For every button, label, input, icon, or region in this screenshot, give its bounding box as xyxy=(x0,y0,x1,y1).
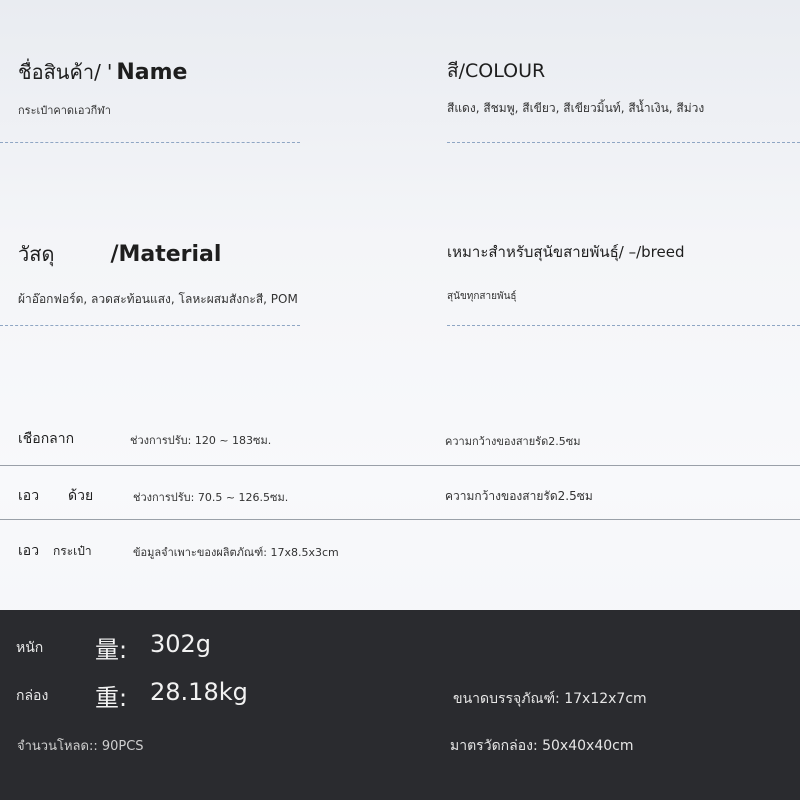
load-qty: จำนวนโหลด:: 90PCS xyxy=(17,739,144,754)
box-char: 重: xyxy=(95,684,128,712)
weight-value: 302g xyxy=(150,630,212,658)
name-title-th: ชื่อสินค้า/ xyxy=(18,60,101,84)
row3-label-a: เอว xyxy=(18,543,40,559)
name-title: ชื่อสินค้า/' Name xyxy=(18,56,187,88)
row2-label-b: ด้วย xyxy=(68,488,94,504)
spec-sheet: { "name_block": { "title_th": "ชื่อสินค้… xyxy=(0,0,800,800)
weight-char: 量: xyxy=(95,636,128,664)
material-divider xyxy=(0,325,300,326)
row3-label-b: กระเป๋า xyxy=(53,544,92,558)
material-value: ผ้าอ๊อกฟอร์ด, ลวดสะท้อนแสง, โลหะผสมสังกะ… xyxy=(18,292,298,306)
row1-value: ช่วงการปรับ: 120 ~ 183ซม. xyxy=(130,434,272,447)
weight-label: หนัก xyxy=(16,640,44,656)
row1-label: เชือกลาก xyxy=(18,431,75,447)
box-value: 28.18kg xyxy=(150,678,248,706)
breed-value: สุนัขทุกสายพันธุ์ xyxy=(447,291,517,302)
breed-divider xyxy=(447,325,800,326)
name-divider xyxy=(0,142,300,143)
breed-title: เหมาะสำหรับสุนัขสายพันธุ์/ –/breed xyxy=(447,243,685,261)
box-label: กล่อง xyxy=(16,688,49,704)
carton-size: มาตรวัดกล่อง: 50x40x40cm xyxy=(450,738,634,754)
row3-value: ข้อมูลจำเพาะของผลิตภัณฑ์: 17x8.5x3cm xyxy=(133,546,339,559)
material-title-en: /Material xyxy=(110,242,222,267)
name-title-en: Name xyxy=(116,60,188,85)
name-title-sep: ' xyxy=(106,60,113,84)
colour-divider xyxy=(447,142,800,143)
footer-panel: หนัก 量: 302g กล่อง 重: 28.18kg ขนาดบรรจุภ… xyxy=(0,610,800,800)
name-value: กระเป๋าคาดเอวกีฬา xyxy=(18,104,111,117)
row1-divider xyxy=(0,465,800,466)
colour-title: สี/COLOUR xyxy=(447,60,546,82)
material-title-th: วัสดุ xyxy=(18,242,55,266)
row2-value: ช่วงการปรับ: 70.5 ~ 126.5ซม. xyxy=(133,491,289,504)
package-size: ขนาดบรรจุภัณฑ์: 17x12x7cm xyxy=(453,691,647,707)
colour-value: สีแดง, สีชมพู, สีเขียว, สีเขียวมิ้นท์, ส… xyxy=(447,101,705,115)
row2-label-a: เอว xyxy=(18,488,40,504)
row2-divider xyxy=(0,519,800,520)
row1-extra: ความกว้างของสายรัด2.5ซม xyxy=(445,435,581,448)
row2-extra: ความกว้างของสายรัด2.5ซม xyxy=(445,489,593,503)
material-title: วัสดุ /Material xyxy=(18,238,221,270)
